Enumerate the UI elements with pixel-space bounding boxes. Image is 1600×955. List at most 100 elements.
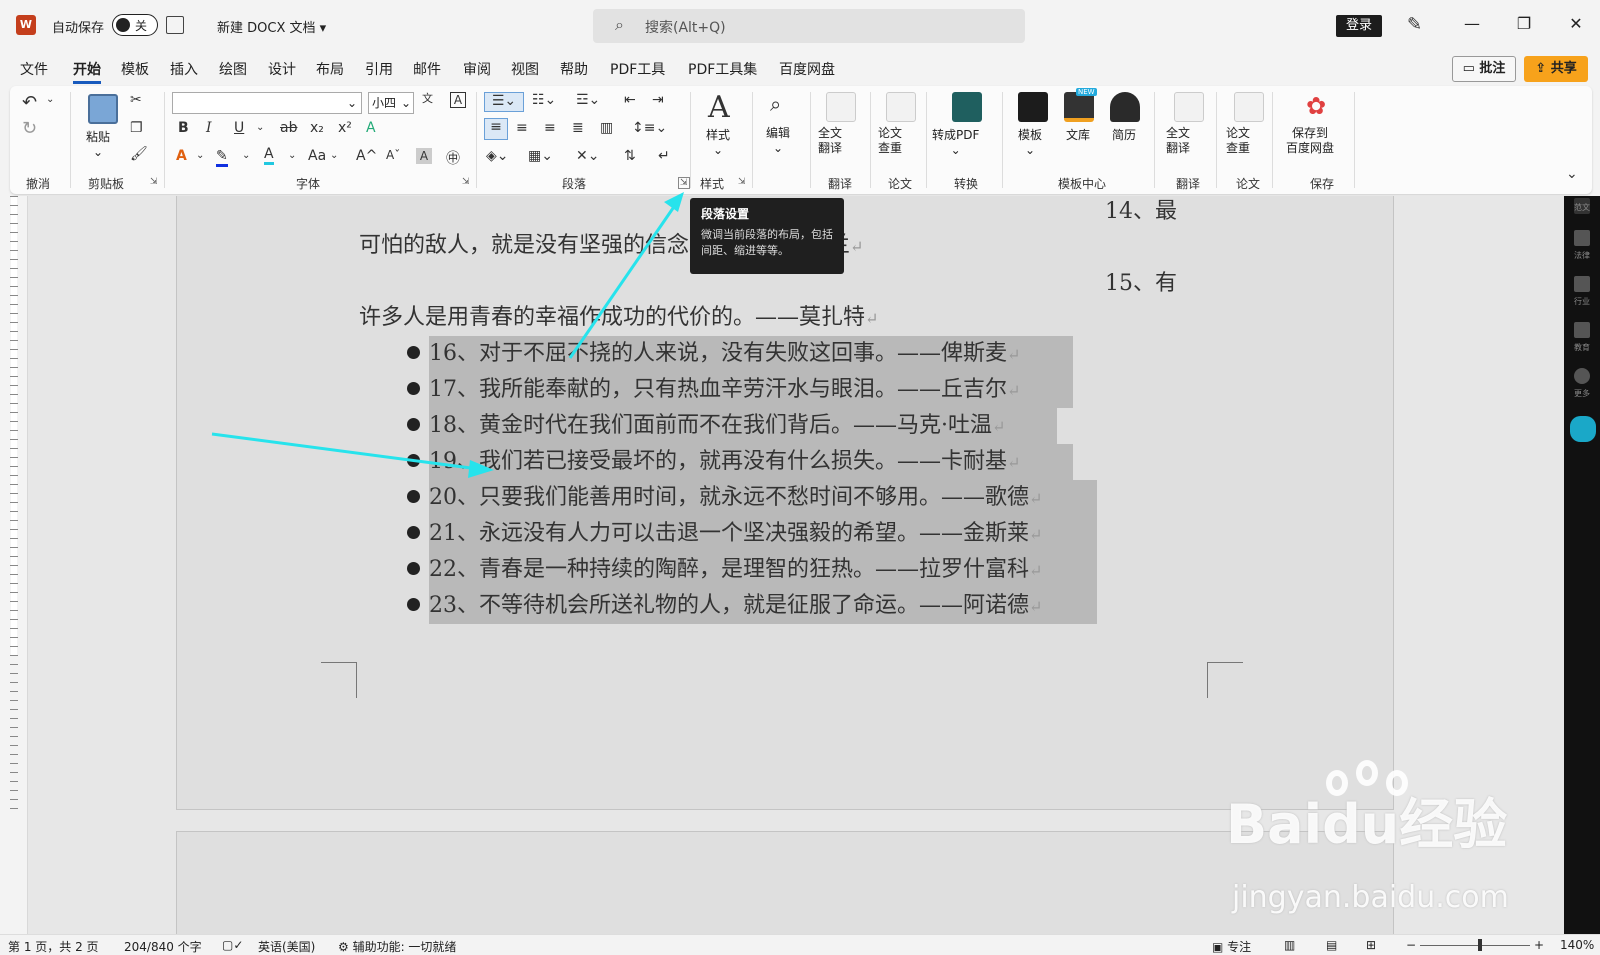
paste-icon[interactable]	[88, 94, 118, 124]
font-size-combo[interactable]: 小四 ⌄	[368, 92, 414, 114]
menu-home[interactable]: 开始	[73, 59, 101, 84]
highlight-dropdown-icon[interactable]: ⌄	[242, 150, 250, 161]
restore-icon[interactable]: ❐	[1514, 14, 1534, 33]
enclose-char-icon[interactable]: ㊥	[446, 148, 460, 168]
paragraph-2[interactable]: 许多人是用青春的幸福作成功的代价的。——莫扎特↵	[359, 302, 878, 335]
justify-icon[interactable]: ≣	[572, 120, 584, 136]
distributed-icon[interactable]: ▥	[600, 120, 613, 136]
collapse-ribbon-icon[interactable]: ⌄	[1566, 166, 1578, 182]
pen-icon[interactable]: ✎	[1407, 14, 1422, 35]
share-button[interactable]: ⇪ 共享	[1524, 56, 1588, 82]
read-mode-icon[interactable]: ▥	[1284, 938, 1295, 952]
shading-icon[interactable]: ◈⌄	[486, 148, 509, 164]
subscript-icon[interactable]: x₂	[310, 120, 324, 136]
panel-more-icon[interactable]	[1574, 368, 1590, 384]
undo-dropdown-icon[interactable]: ⌄	[46, 94, 54, 105]
list-item[interactable]: 19、我们若已接受最坏的，就再没有什么损失。——卡耐基↵	[429, 446, 1020, 479]
decrease-indent-icon[interactable]: ⇤	[624, 92, 636, 108]
to-pdf-button[interactable]: 转成PDF ⌄	[932, 128, 979, 158]
zoom-slider-thumb[interactable]	[1478, 939, 1482, 951]
list-item[interactable]: 22、青春是一种持续的陶醉，是理智的狂热。——拉罗什富科↵	[429, 554, 1042, 587]
clipboard-launcher-icon[interactable]: ⇲	[150, 177, 158, 187]
numbering-icon[interactable]: ☷⌄	[532, 92, 556, 108]
chinese-layout-icon[interactable]: ✕⌄	[576, 148, 599, 164]
menu-file[interactable]: 文件	[20, 59, 48, 79]
full-translate2-button[interactable]: 全文 翻译	[1166, 126, 1190, 156]
menu-view[interactable]: 视图	[511, 59, 539, 79]
text-effects-icon[interactable]: A	[176, 148, 187, 164]
menu-mailings[interactable]: 邮件	[413, 59, 441, 79]
list-item[interactable]: 18、黄金时代在我们面前而不在我们背后。——马克·吐温↵	[429, 410, 1005, 443]
close-icon[interactable]: ✕	[1566, 14, 1586, 33]
cut-icon[interactable]: ✂	[130, 92, 142, 108]
full-translate-button[interactable]: 全文 翻译	[818, 126, 842, 156]
list-item[interactable]: 20、只要我们能善用时间，就永远不愁时间不够用。——歌德↵	[429, 482, 1042, 515]
grow-font-icon[interactable]: A^	[356, 148, 377, 164]
increase-indent-icon[interactable]: ⇥	[652, 92, 664, 108]
zoom-in-icon[interactable]: +	[1534, 938, 1544, 952]
list-item[interactable]: 23、不等待机会所送礼物的人，就是征服了命运。——阿诺德↵	[429, 590, 1042, 623]
paper-check2-button[interactable]: 论文 查重	[1226, 126, 1250, 156]
font-color-dropdown-icon[interactable]: ⌄	[288, 150, 296, 161]
phonetic-guide-icon[interactable]: 文	[422, 90, 433, 106]
styles-launcher-icon[interactable]: ⇲	[738, 177, 746, 187]
paragraph-settings-launcher-icon[interactable]: ⇲	[678, 177, 690, 189]
list-item[interactable]: 21、永远没有人力可以击退一个坚决强毅的希望。——金斯莱↵	[429, 518, 1042, 551]
line-spacing-icon[interactable]: ↕≡⌄	[632, 120, 667, 136]
align-right-icon[interactable]: ≡	[544, 120, 556, 136]
list-item[interactable]: 17、我所能奉献的，只有热血辛劳汗水与眼泪。——丘吉尔↵	[429, 374, 1020, 407]
document-page-2[interactable]	[176, 831, 1394, 934]
text-effects-dropdown-icon[interactable]: ⌄	[196, 150, 204, 161]
underline-icon[interactable]: U	[234, 120, 244, 136]
paste-button[interactable]: 粘贴 ⌄	[86, 130, 110, 160]
sort-icon[interactable]: ⇅	[624, 148, 636, 164]
document-name[interactable]: 新建 DOCX 文档 ▾	[217, 17, 326, 36]
web-layout-icon[interactable]: ⊞	[1366, 938, 1376, 952]
find-icon[interactable]: ⌕	[770, 92, 781, 116]
copy-icon[interactable]: ❐	[130, 120, 143, 136]
strikethrough-icon[interactable]: ab	[280, 120, 297, 136]
save-icon[interactable]	[166, 16, 184, 34]
menu-template[interactable]: 模板	[121, 59, 149, 79]
align-left-icon[interactable]: ≡	[484, 118, 508, 140]
char-border-icon[interactable]: A	[450, 92, 466, 108]
menu-draw[interactable]: 绘图	[219, 59, 247, 79]
resume-button[interactable]: 简历	[1112, 128, 1136, 143]
styles-button[interactable]: 样式 ⌄	[706, 128, 730, 158]
menu-design[interactable]: 设计	[268, 59, 296, 79]
language-status[interactable]: 英语(美国)	[258, 938, 315, 955]
zoom-out-icon[interactable]: −	[1406, 938, 1416, 952]
format-painter-icon[interactable]: 🖌	[130, 146, 148, 162]
autosave-toggle[interactable]: 关	[112, 14, 158, 36]
comment-button[interactable]: ▭ 批注	[1452, 56, 1516, 82]
paper-check-button[interactable]: 论文 查重	[878, 126, 902, 156]
page-count[interactable]: 第 1 页，共 2 页	[8, 938, 99, 955]
underline-dropdown-icon[interactable]: ⌄	[256, 122, 264, 133]
menu-baidu-netdisk[interactable]: 百度网盘	[779, 59, 835, 79]
menu-pdf-toolset[interactable]: PDF工具集	[688, 59, 757, 79]
undo-icon[interactable]: ↶	[22, 92, 37, 113]
list-item[interactable]: 16、对于不屈不挠的人来说，没有失败这回事。——俾斯麦↵	[429, 338, 1020, 371]
panel-industry-icon[interactable]	[1574, 276, 1590, 292]
minimize-icon[interactable]: —	[1462, 14, 1482, 33]
styles-icon[interactable]: A	[708, 90, 730, 125]
word-count[interactable]: 204/840 个字	[124, 938, 202, 955]
clear-format-icon[interactable]: A	[366, 120, 376, 136]
panel-education-icon[interactable]	[1574, 322, 1590, 338]
search-box[interactable]: ⌕ 搜索(Alt+Q)	[593, 9, 1025, 43]
highlight-icon[interactable]: ✎	[216, 148, 228, 167]
redo-icon[interactable]: ↻	[22, 118, 37, 139]
shrink-font-icon[interactable]: Aˇ	[386, 148, 400, 162]
menu-references[interactable]: 引用	[365, 59, 393, 79]
italic-icon[interactable]: I	[206, 120, 212, 136]
print-layout-icon[interactable]: ▤	[1326, 938, 1337, 952]
font-name-combo[interactable]: ⌄	[172, 92, 362, 114]
menu-layout[interactable]: 布局	[316, 59, 344, 79]
bullets-icon[interactable]: ☰⌄	[484, 92, 524, 112]
zoom-slider-track[interactable]	[1420, 945, 1530, 946]
save-baidu-button[interactable]: 保存到 百度网盘	[1286, 126, 1334, 156]
login-button[interactable]: 登录	[1336, 15, 1382, 37]
proofing-icon[interactable]: ▢✓	[222, 938, 243, 952]
panel-law-icon[interactable]	[1574, 230, 1590, 246]
library-button[interactable]: 文库	[1066, 128, 1090, 143]
